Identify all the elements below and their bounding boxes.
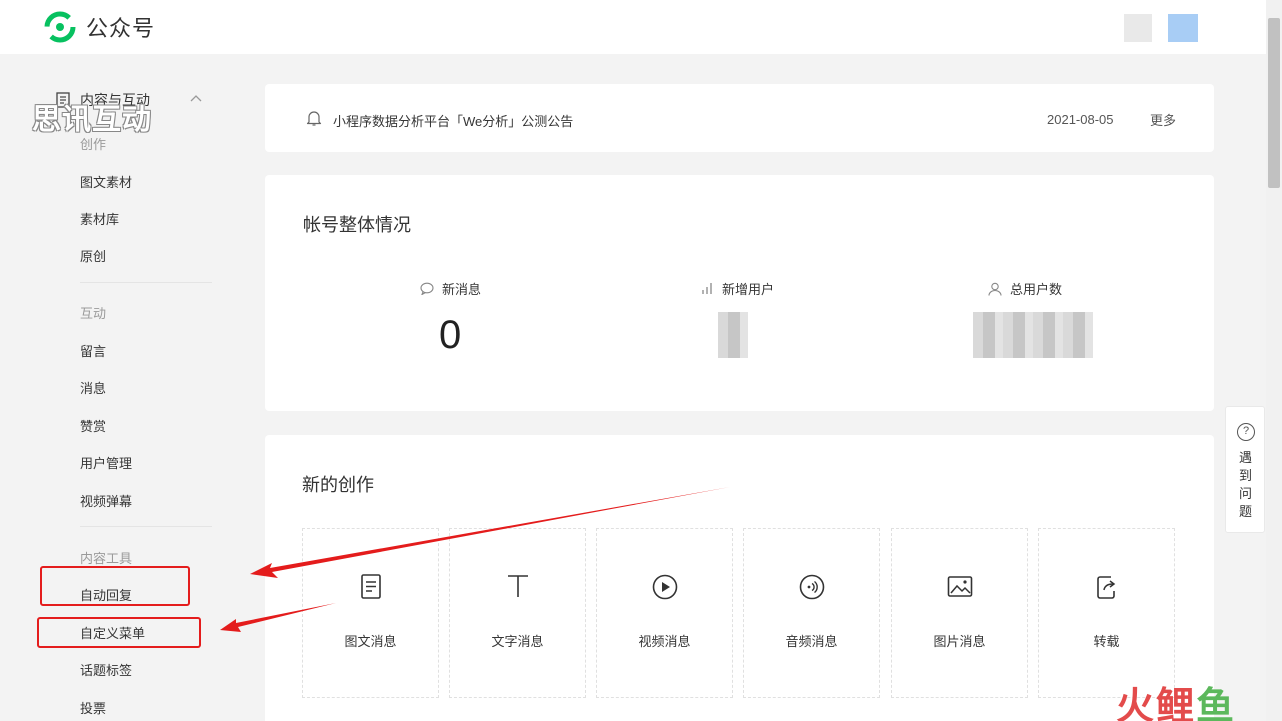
sidebar-item-video-danmaku[interactable]: 视频弹幕 [80, 491, 132, 510]
stat-new-users-value-blurred [718, 312, 748, 358]
text-t-icon [508, 575, 528, 597]
bar-chart-icon [702, 283, 712, 294]
stat-total-users-value-blurred [973, 312, 1093, 358]
stat-label-text: 新增用户 [722, 282, 775, 297]
stat-new-messages-value: 0 [439, 313, 462, 357]
sidebar-item-user-management[interactable]: 用户管理 [80, 453, 132, 472]
notice-date: 2021-08-05 [1047, 112, 1114, 127]
sidebar-item-voting[interactable]: 投票 [80, 698, 106, 717]
help-panel[interactable]: ? 遇到问题 [1225, 406, 1265, 533]
sidebar-item-material-library[interactable]: 素材库 [80, 209, 119, 228]
help-text: 遇到问题 [1239, 450, 1253, 519]
avatar[interactable] [1168, 14, 1198, 42]
create-tile-text[interactable]: 文字消息 [449, 528, 586, 698]
stat-label-text: 新消息 [442, 282, 482, 297]
scrollbar-thumb[interactable] [1268, 18, 1280, 188]
sidebar-divider [80, 282, 212, 283]
stat-label-text: 总用户数 [1010, 282, 1063, 297]
brand-char: 鱼 [1196, 686, 1237, 721]
sidebar-group-content-tools: 内容工具 [80, 551, 133, 566]
sidebar-item-original[interactable]: 原创 [80, 246, 106, 265]
notice-more-link[interactable]: 更多 [1150, 110, 1176, 129]
sidebar-item-comments[interactable]: 留言 [80, 341, 106, 360]
brand-watermark: 火鲤鱼 [1116, 675, 1236, 721]
notice-link[interactable]: 小程序数据分析平台「We分析」公测公告 [333, 111, 573, 130]
create-tile-label: 图片消息 [933, 634, 986, 649]
annotation-highlight-auto-reply [40, 566, 190, 606]
create-tile-image[interactable]: 图片消息 [891, 528, 1028, 698]
create-tile-video[interactable]: 视频消息 [596, 528, 733, 698]
sidebar-item-messages[interactable]: 消息 [80, 378, 106, 397]
sidebar-divider [80, 526, 212, 527]
notice-card: 小程序数据分析平台「We分析」公测公告 2021-08-05 更多 [265, 84, 1214, 152]
watermark-logo: 思讯互动 [32, 104, 153, 136]
stat-new-users-label[interactable]: 新增用户 [701, 279, 774, 298]
sidebar-group-interaction: 互动 [80, 306, 107, 321]
play-icon [652, 574, 678, 600]
wechat-official-logo-icon [44, 11, 76, 43]
overview-title: 帐号整体情况 [303, 215, 411, 235]
brand-char: 火 [1116, 686, 1157, 721]
creation-title: 新的创作 [302, 475, 374, 495]
sidebar-item-rewards[interactable]: 赞赏 [80, 416, 106, 435]
create-tile-audio[interactable]: 音频消息 [743, 528, 880, 698]
create-tile-label: 图文消息 [344, 634, 397, 649]
chat-bubble-icon [420, 282, 434, 295]
bell-icon [306, 111, 322, 126]
sidebar-item-topic-tags[interactable]: 话题标签 [80, 660, 132, 679]
chevron-up-icon[interactable] [190, 94, 202, 102]
top-bar: 公众号 [0, 0, 1266, 54]
create-tile-news[interactable]: 图文消息 [302, 528, 439, 698]
app-title: 公众号 [86, 16, 156, 41]
create-tile-label: 文字消息 [491, 634, 544, 649]
sidebar-item-news-material[interactable]: 图文素材 [80, 172, 132, 191]
create-tile-label: 音频消息 [785, 634, 838, 649]
image-icon [947, 576, 973, 597]
user-icon [988, 282, 1002, 296]
create-tile-repost[interactable]: 转载 [1038, 528, 1175, 698]
new-creation-card: 新的创作 图文消息 文字消息 视频消息 音频消息 图片消息 转载 [265, 435, 1214, 721]
account-overview-card: 帐号整体情况 新消息 0 新增用户 总用户数 [265, 175, 1214, 411]
stat-new-messages-label[interactable]: 新消息 [420, 279, 481, 298]
stat-total-users-label[interactable]: 总用户数 [988, 279, 1062, 298]
brand-char: 鲤 [1156, 686, 1197, 721]
share-icon [1097, 576, 1116, 599]
account-name-blurred[interactable] [1124, 14, 1152, 42]
create-tile-label: 转载 [1093, 634, 1120, 649]
annotation-highlight-custom-menu [37, 617, 201, 648]
logo[interactable]: 公众号 [44, 11, 155, 43]
audio-wave-icon [799, 574, 825, 600]
create-tile-label: 视频消息 [638, 634, 691, 649]
sidebar-group-create: 创作 [80, 137, 107, 152]
question-mark-icon: ? [1237, 423, 1255, 441]
document-icon [361, 574, 381, 599]
